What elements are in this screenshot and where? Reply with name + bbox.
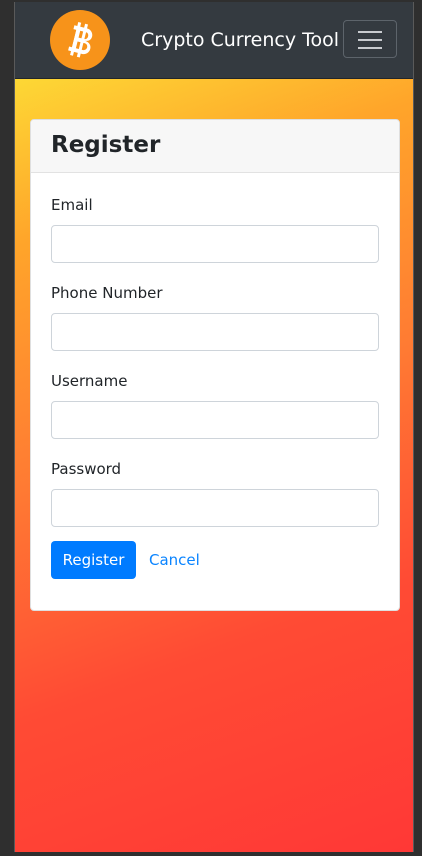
phone-label: Phone Number — [51, 284, 163, 302]
password-field[interactable] — [51, 489, 379, 527]
hamburger-menu-button[interactable] — [343, 20, 397, 58]
email-group: Email — [51, 195, 379, 263]
bitcoin-icon[interactable] — [50, 10, 110, 70]
register-card: Register Email Phone Number Username Pas… — [30, 119, 400, 611]
page-content: Register Email Phone Number Username Pas… — [15, 79, 413, 852]
username-field[interactable] — [51, 401, 379, 439]
hamburger-menu-icon — [358, 31, 382, 33]
card-header: Register — [31, 120, 399, 173]
app-viewport: Crypto Currency Tool Register Email Phon… — [14, 2, 414, 852]
username-label: Username — [51, 372, 128, 390]
email-field[interactable] — [51, 225, 379, 263]
cancel-link[interactable]: Cancel — [149, 550, 200, 570]
form-actions: Register Cancel — [51, 541, 379, 581]
navbar: Crypto Currency Tool — [15, 2, 413, 79]
phone-field[interactable] — [51, 313, 379, 351]
brand-title[interactable]: Crypto Currency Tool — [141, 28, 339, 52]
username-group: Username — [51, 371, 379, 439]
device-frame: Crypto Currency Tool Register Email Phon… — [0, 0, 422, 856]
phone-group: Phone Number — [51, 283, 379, 351]
password-label: Password — [51, 460, 122, 478]
page-title: Register — [51, 132, 161, 158]
hamburger-menu-icon-bar — [358, 47, 382, 49]
register-button[interactable]: Register — [51, 541, 136, 579]
password-group: Password — [51, 459, 379, 527]
register-form: Email Phone Number Username Password Reg… — [31, 173, 399, 581]
hamburger-menu-icon-bar — [358, 39, 382, 41]
email-label: Email — [51, 196, 93, 214]
